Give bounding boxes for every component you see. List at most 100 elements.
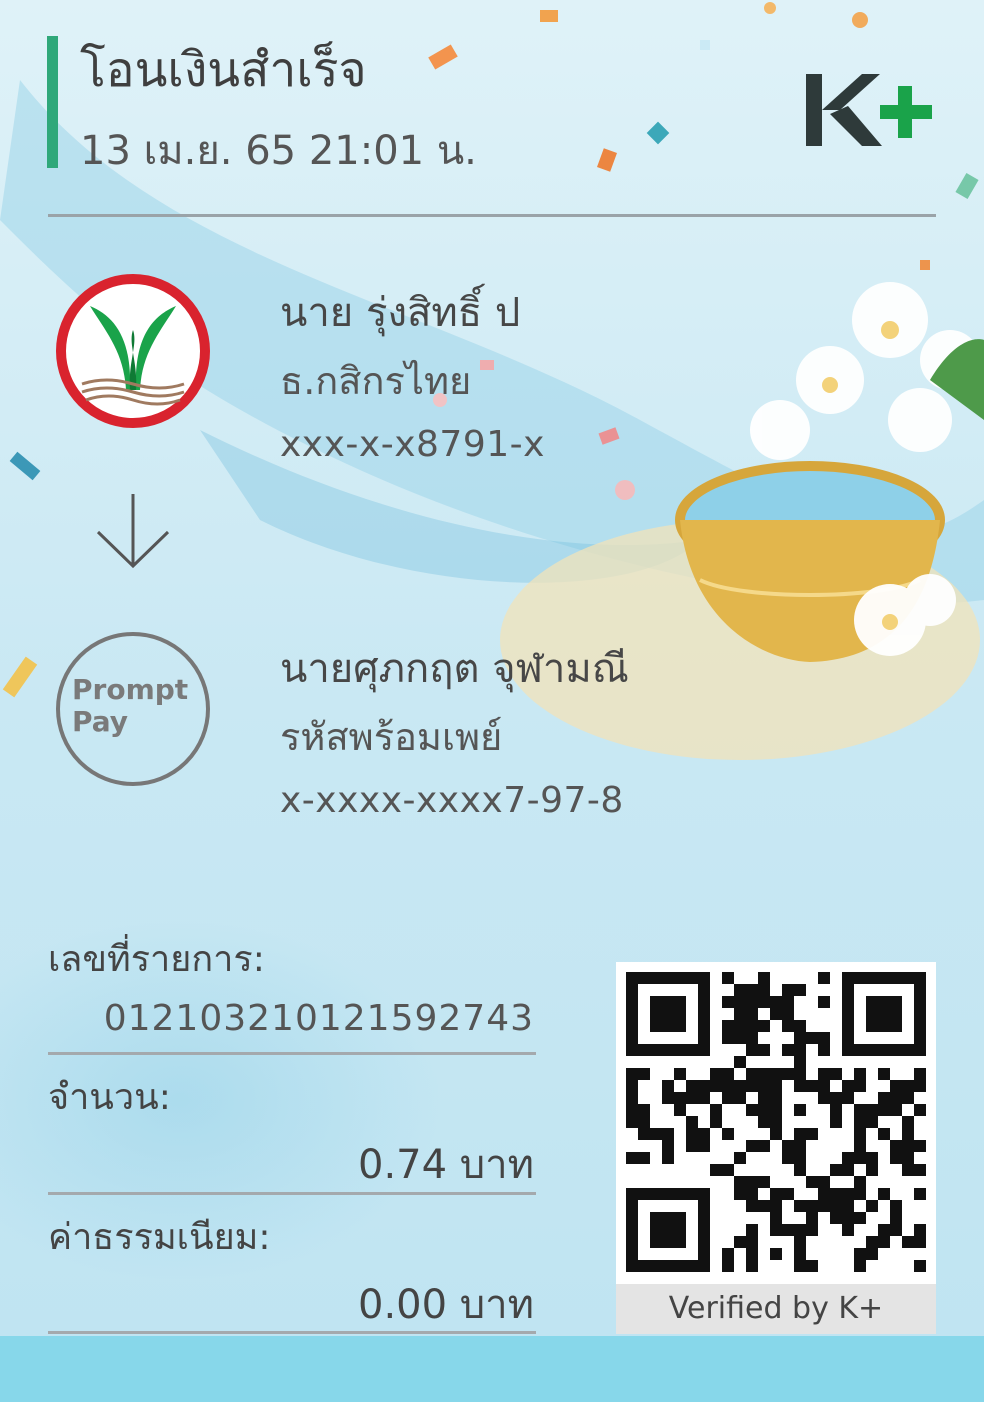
qr-module — [914, 1008, 926, 1020]
qr-module — [710, 1104, 722, 1116]
qr-module — [842, 1044, 854, 1056]
qr-module — [662, 1092, 674, 1104]
qr-module — [878, 1044, 890, 1056]
down-arrow-icon — [96, 494, 170, 569]
qr-module — [842, 1212, 854, 1224]
qr-module — [746, 984, 758, 996]
qr-module — [902, 972, 914, 984]
qr-module — [746, 1176, 758, 1188]
qr-module — [698, 1044, 710, 1056]
qr-module — [758, 984, 770, 996]
amount-divider — [48, 1192, 536, 1195]
receiver-channel: รหัสพร้อมเพย์ — [280, 715, 503, 759]
qr-module — [734, 1152, 746, 1164]
qr-module — [854, 1104, 866, 1116]
qr-module — [866, 1248, 878, 1260]
qr-module — [758, 1044, 770, 1056]
qr-module — [674, 1008, 686, 1020]
qr-module — [698, 1092, 710, 1104]
qr-code[interactable] — [626, 972, 926, 1272]
qr-module — [758, 972, 770, 984]
qr-module — [674, 972, 686, 984]
qr-module — [698, 1008, 710, 1020]
qr-module — [794, 1044, 806, 1056]
qr-module — [782, 1008, 794, 1020]
qr-module — [722, 1068, 734, 1080]
qr-module — [722, 1260, 734, 1272]
qr-module — [890, 1008, 902, 1020]
qr-module — [890, 1080, 902, 1092]
qr-module — [662, 1008, 674, 1020]
qr-module — [626, 984, 638, 996]
qr-module — [854, 1248, 866, 1260]
qr-module — [818, 1188, 830, 1200]
qr-module — [734, 1080, 746, 1092]
qr-module — [626, 1092, 638, 1104]
qr-module — [866, 972, 878, 984]
qr-module — [746, 1236, 758, 1248]
qr-module — [794, 1236, 806, 1248]
qr-module — [650, 972, 662, 984]
qr-module — [626, 972, 638, 984]
qr-module — [650, 1188, 662, 1200]
qr-module — [866, 1020, 878, 1032]
qr-module — [914, 984, 926, 996]
qr-module — [866, 1200, 878, 1212]
qr-module — [818, 1044, 830, 1056]
qr-module — [890, 1020, 902, 1032]
qr-module — [626, 1020, 638, 1032]
qr-module — [794, 984, 806, 996]
qr-module — [866, 1236, 878, 1248]
qr-module — [794, 1260, 806, 1272]
qr-module — [722, 996, 734, 1008]
qr-module — [818, 1200, 830, 1212]
kplus-logo — [806, 74, 932, 146]
qr-module — [794, 1224, 806, 1236]
qr-module — [710, 1080, 722, 1092]
qr-module — [734, 1188, 746, 1200]
qr-module — [758, 1092, 770, 1104]
qr-module — [698, 1188, 710, 1200]
qr-module — [698, 996, 710, 1008]
fee-divider — [48, 1331, 536, 1334]
qr-module — [746, 1140, 758, 1152]
fee-value: 0.00 บาท — [358, 1282, 534, 1328]
header-accent-bar — [47, 36, 58, 168]
qr-module — [842, 1080, 854, 1092]
qr-module — [770, 996, 782, 1008]
qr-module — [662, 1212, 674, 1224]
qr-module — [626, 1188, 638, 1200]
qr-module — [698, 1260, 710, 1272]
qr-module — [794, 1020, 806, 1032]
qr-module — [806, 1128, 818, 1140]
qr-module — [914, 1140, 926, 1152]
qr-module — [698, 1128, 710, 1140]
qr-module — [746, 1020, 758, 1032]
qr-module — [710, 1116, 722, 1128]
qr-module — [770, 1008, 782, 1020]
qr-module — [914, 1032, 926, 1044]
qr-module — [878, 1092, 890, 1104]
qr-module — [662, 972, 674, 984]
qr-module — [914, 1080, 926, 1092]
qr-module — [902, 1152, 914, 1164]
qr-module — [746, 1224, 758, 1236]
qr-module — [902, 1140, 914, 1152]
sender-account: xxx-x-x8791-x — [280, 424, 545, 465]
qr-module — [794, 1152, 806, 1164]
qr-module — [794, 1248, 806, 1260]
qr-module — [662, 1020, 674, 1032]
qr-module — [902, 1044, 914, 1056]
qr-module — [794, 1056, 806, 1068]
qr-module — [650, 1212, 662, 1224]
qr-module — [734, 1032, 746, 1044]
sender-name: นาย รุ่งสิทธิ์ ป — [280, 290, 521, 336]
qr-module — [746, 1248, 758, 1260]
qr-module — [758, 1200, 770, 1212]
qr-module — [638, 1260, 650, 1272]
qr-module — [722, 1248, 734, 1260]
qr-module — [914, 1068, 926, 1080]
qr-module — [878, 996, 890, 1008]
qr-module — [650, 1008, 662, 1020]
qr-module — [770, 1224, 782, 1236]
